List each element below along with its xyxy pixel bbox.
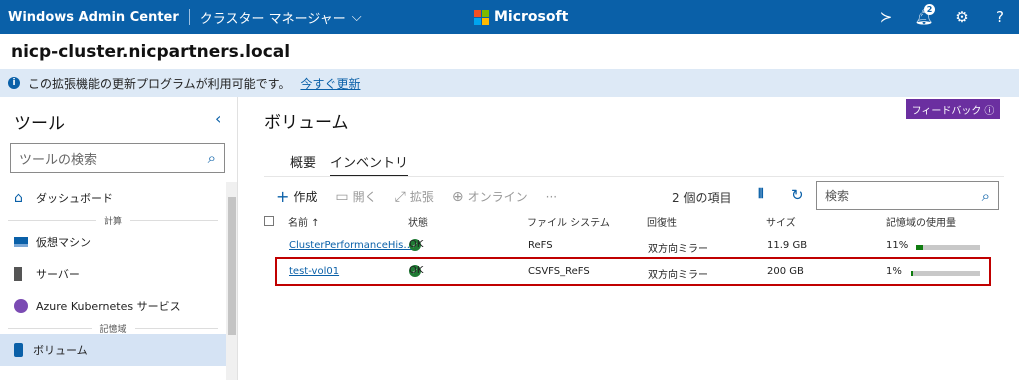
sidebar-item-aks[interactable]: Azure Kubernetes サービス [0,290,226,322]
volume-icon [14,343,23,357]
group-storage: 記憶域 [0,322,226,335]
expand-button[interactable]: ⤢ 拡張 [395,188,434,205]
tab-overview[interactable]: 概要 [290,152,316,177]
bell-icon[interactable]: 🔔︎ 2 [905,0,943,34]
create-label: 作成 [293,190,318,204]
volume-name-link[interactable]: ClusterPerformanceHis… [289,240,413,251]
brand-text: Microsoft [494,9,569,25]
tab-inventory[interactable]: インベントリ [330,152,409,177]
sidebar-item-label: 仮想マシン [36,236,91,249]
table-header: 名前 ↑ 状態 ファイル システム 回復性 サイズ 記憶域の使用量 [264,214,1004,230]
refresh-icon[interactable]: ↻ [791,186,804,204]
col-status[interactable]: 状態 [408,214,428,229]
folder-icon: ▭ [335,188,349,205]
volume-search-placeholder: 検索 [825,189,850,203]
title-separator [188,9,190,25]
col-size[interactable]: サイズ [766,214,796,229]
expand-icon: ⤢ [394,188,406,205]
resiliency-cell: 双方向ミラー [648,244,708,255]
feedback-button[interactable]: フィードバック ⓘ [906,99,1000,119]
kubernetes-icon [14,299,28,313]
create-button[interactable]: + 作成 [276,187,317,206]
info-icon: i [8,77,20,89]
sidebar-item-virtual-machines[interactable]: 仮想マシン [0,226,226,258]
sidebar-item-label: ダッシュボード [36,192,113,205]
context-title: クラスター マネージャー [199,11,346,27]
top-bar: Windows Admin Center クラスター マネージャー ⌵ Micr… [0,0,1019,34]
microsoft-logo: Microsoft [474,9,568,25]
notification-badge: 2 [924,4,935,15]
app-title[interactable]: Windows Admin Center [0,10,179,25]
item-count: 2 個の項目 [672,191,732,205]
microsoft-logo-icon [474,9,489,25]
sidebar-title: ツール [14,114,65,134]
size-cell: 11.9 GB [767,240,808,251]
tool-list: ⌂ ダッシュボード 計算 仮想マシン サーバー Azure Kubernetes… [0,182,226,366]
home-icon: ⌂ [14,190,23,206]
col-name[interactable]: 名前 ↑ [288,214,320,229]
gear-icon[interactable]: ⚙ [943,0,981,34]
online-button[interactable]: ⊕ オンライン [452,188,528,205]
selection-highlight [275,257,991,286]
chevron-left-icon[interactable]: ‹ [215,109,221,128]
group-label: 計算 [104,216,123,227]
plus-icon: + [276,187,290,206]
filesystem-cell: ReFS [528,240,553,251]
top-icons: ≻ 🔔︎ 2 ⚙ ? [867,0,1019,34]
monitor-icon [14,237,28,247]
search-icon[interactable]: ⌕ [982,187,990,205]
online-label: オンライン [467,190,528,204]
sidebar-item-dashboard[interactable]: ⌂ ダッシュボード [0,182,226,214]
cluster-name: nicp-cluster.nicpartners.local [11,42,291,62]
select-all-checkbox[interactable] [264,216,274,226]
sidebar-item-label: Azure Kubernetes サービス [36,300,181,313]
update-now-link[interactable]: 今すぐ更新 [300,75,360,92]
usage-bar [916,245,980,250]
help-icon[interactable]: ? [981,0,1019,34]
sidebar-item-volumes[interactable]: ボリューム [0,334,226,366]
usage-bar-fill [916,245,923,250]
more-button[interactable]: ··· [546,190,557,204]
col-resiliency[interactable]: 回復性 [647,214,677,229]
tool-search-input[interactable]: ツールの検索 ⌕ [10,143,225,173]
volume-search-input[interactable]: 検索 ⌕ [816,181,999,210]
col-usage[interactable]: 記憶域の使用量 [886,214,956,229]
search-icon[interactable]: ⌕ [208,149,216,167]
col-filesystem[interactable]: ファイル システム [527,214,610,229]
tool-search-placeholder: ツールの検索 [19,152,98,168]
update-banner: i この拡張機能の更新プログラムが利用可能です。 今すぐ更新 [0,69,1019,97]
chevron-down-icon: ⌵ [351,9,362,25]
tabs: 概要 インベントリ [290,152,409,177]
group-label: 記憶域 [99,324,127,335]
sidebar: ツール ‹ ツールの検索 ⌕ ⌂ ダッシュボード 計算 仮想マシン サーバー A… [0,97,238,380]
page-title: ボリューム [264,113,349,133]
expand-label: 拡張 [409,190,434,204]
toolbar: + 作成 ▭ 開く ⤢ 拡張 ⊕ オンライン ··· [276,187,575,206]
info-icon: ⓘ [984,105,995,117]
context-switcher[interactable]: クラスター マネージャー ⌵ [200,8,362,27]
columns-icon[interactable]: ⦀ [758,187,764,202]
banner-text: この拡張機能の更新プログラムが利用可能です。 [28,76,291,91]
up-arrow-circle-icon: ⊕ [451,188,464,205]
feedback-label: フィードバック [911,105,982,117]
sidebar-item-label: ボリューム [33,344,88,357]
tabs-divider [264,176,1004,177]
sidebar-scroll-thumb[interactable] [228,197,236,335]
status-text: OK [409,239,424,250]
open-label: 開く [352,190,377,204]
terminal-icon[interactable]: ≻ [867,0,905,34]
sidebar-item-label: サーバー [36,268,80,281]
usage-label: 11% [886,240,909,251]
more-label: ··· [545,189,558,204]
group-compute: 計算 [0,214,226,227]
sidebar-item-servers[interactable]: サーバー [0,258,226,290]
server-icon [14,267,22,281]
open-button[interactable]: ▭ 開く [335,188,376,205]
